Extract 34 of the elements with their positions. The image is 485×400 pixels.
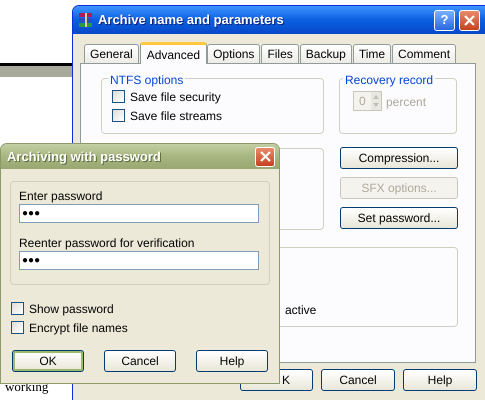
password-field[interactable]: ●●●: [19, 251, 259, 270]
checkbox[interactable]: [112, 109, 125, 122]
dialog-button[interactable]: Cancel: [321, 369, 395, 391]
checkbox-label: Encrypt file names: [29, 320, 128, 336]
checkbox[interactable]: [11, 321, 24, 334]
tab[interactable]: General: [84, 44, 139, 63]
checkbox-label: Save file streams: [130, 108, 222, 124]
tab[interactable]: Files: [261, 44, 299, 63]
close-icon[interactable]: [255, 146, 275, 166]
close-icon[interactable]: [459, 10, 480, 30]
field-label: Reenter password for verification: [19, 235, 196, 251]
tab[interactable]: Time: [352, 44, 392, 63]
dialog-button[interactable]: Help: [403, 369, 477, 391]
books-icon: [78, 12, 94, 28]
option-text: active: [285, 303, 316, 317]
dialog-button[interactable]: Help: [196, 350, 268, 372]
background-text: working: [5, 378, 48, 396]
tab[interactable]: Backup: [300, 44, 352, 63]
window-title: Archive name and parameters: [98, 11, 284, 30]
tab[interactable]: Advanced: [140, 42, 208, 64]
dialog-button[interactable]: Cancel: [104, 350, 176, 372]
checkbox[interactable]: [11, 302, 24, 315]
checkbox[interactable]: [112, 90, 125, 103]
checkbox-label: Save file security: [130, 88, 221, 106]
dialog-button[interactable]: Set password...: [340, 207, 458, 229]
dialog-button[interactable]: OK: [12, 350, 84, 372]
checkbox-label: Show password: [29, 300, 114, 318]
unit-label: percent: [386, 94, 426, 111]
tab[interactable]: Options: [207, 44, 260, 63]
dialog-title: Archiving with password: [7, 148, 161, 166]
password-field[interactable]: ●●●: [19, 204, 259, 223]
field-label: Enter password: [19, 188, 104, 204]
dialog-button[interactable]: Compression...: [340, 147, 458, 169]
tab[interactable]: Comment: [392, 44, 456, 63]
